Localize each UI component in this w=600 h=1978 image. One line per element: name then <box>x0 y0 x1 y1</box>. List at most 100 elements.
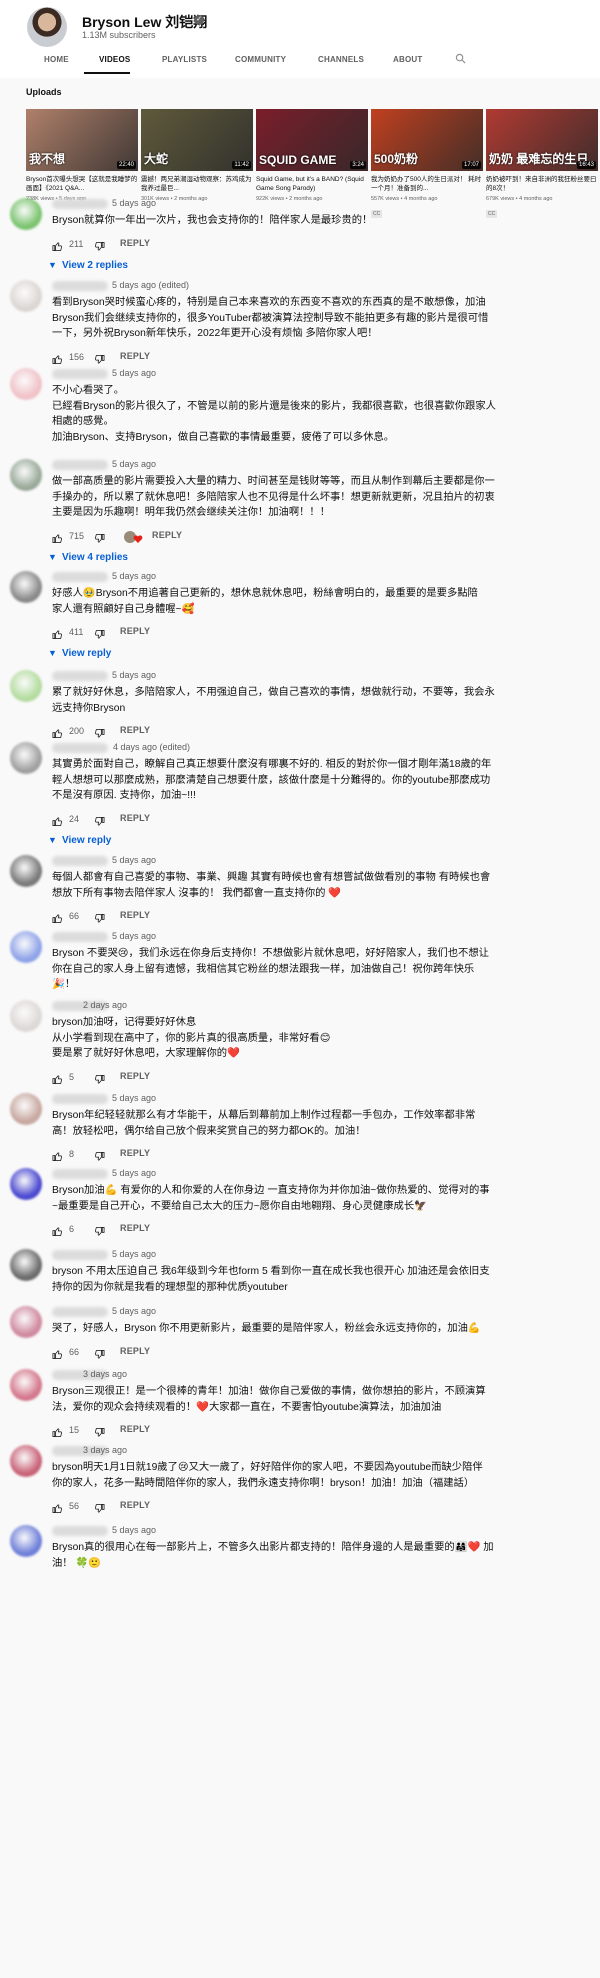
thumbs-up-icon[interactable] <box>52 1425 63 1437</box>
thumbs-down-icon[interactable] <box>94 1224 105 1236</box>
reply-button[interactable]: REPLY <box>120 1148 150 1158</box>
video-title[interactable]: 震撼！两兄弟潮湿动物观察：苏鸡成为我养过最巨... <box>141 175 253 193</box>
comment-avatar[interactable] <box>10 931 42 963</box>
comment-timestamp[interactable]: 5 days ago (edited) <box>112 280 189 290</box>
thumbs-up-icon[interactable] <box>52 627 63 639</box>
comment-avatar[interactable] <box>10 670 42 702</box>
comment-author-redacted[interactable] <box>52 671 108 681</box>
comment-timestamp[interactable]: 5 days ago <box>112 1306 156 1316</box>
reply-button[interactable]: REPLY <box>152 530 182 540</box>
comment-timestamp[interactable]: 5 days ago <box>112 1093 156 1103</box>
comment-timestamp[interactable]: 5 days ago <box>112 368 156 378</box>
comment-avatar[interactable] <box>10 1525 42 1557</box>
reply-button[interactable]: REPLY <box>120 626 150 636</box>
comment-author-redacted[interactable] <box>52 856 108 866</box>
comment-avatar[interactable] <box>10 1093 42 1125</box>
video-thumbnail[interactable]: 奶奶 最难忘的生日 16:43 <box>486 109 598 171</box>
comment-timestamp[interactable]: 5 days ago <box>112 459 156 469</box>
thumbs-down-icon[interactable] <box>94 814 105 825</box>
video-title[interactable]: 我为奶奶办了500人的生日派对！ 耗时一个月！准备到的... <box>371 175 483 193</box>
video-card[interactable]: 奶奶 最难忘的生日 16:43 奶奶被吓到！来自非洲的我狂粉丝要曰的8次！ 679K … <box>486 109 598 220</box>
thumbs-down-icon[interactable] <box>94 1149 105 1161</box>
reply-button[interactable]: REPLY <box>120 910 150 920</box>
comment-avatar[interactable] <box>10 459 42 491</box>
comment-timestamp[interactable]: 5 days ago <box>112 1249 156 1259</box>
comment-timestamp[interactable]: 5 days ago <box>112 855 156 865</box>
channel-name[interactable]: Bryson Lew 刘铠翔 <box>82 12 207 32</box>
video-card[interactable]: 我不想 22:40 Bryson首次曝头想哭【这就是我睡梦的画面】《2021 Q&A… <box>26 109 138 202</box>
thumbs-up-icon[interactable] <box>52 352 63 364</box>
comment-avatar[interactable] <box>10 198 42 230</box>
view-replies-link[interactable]: ▼ View 4 replies <box>48 552 128 563</box>
thumbs-down-icon[interactable] <box>94 1347 105 1358</box>
tab-channels[interactable]: CHANNELS <box>318 55 364 64</box>
comment-author-redacted[interactable] <box>52 369 108 379</box>
comment-author-redacted[interactable] <box>52 1169 108 1179</box>
channel-avatar[interactable] <box>27 7 67 47</box>
reply-button[interactable]: REPLY <box>120 1071 150 1081</box>
video-title[interactable]: Squid Game, but it's a BAND? (Squid Game… <box>256 175 368 193</box>
reply-button[interactable]: REPLY <box>120 725 150 735</box>
uploads-title[interactable]: Uploads <box>26 87 62 97</box>
video-title[interactable]: Bryson首次曝头想哭【这就是我睡梦的画面】《2021 Q&A... <box>26 175 138 193</box>
comment-timestamp[interactable]: 3 days ago <box>83 1445 127 1455</box>
comment-avatar[interactable] <box>10 1000 42 1032</box>
comment-timestamp[interactable]: 2 days ago <box>83 1000 127 1010</box>
thumbs-down-icon[interactable] <box>94 1425 105 1437</box>
comment-avatar[interactable] <box>10 1369 42 1401</box>
thumbs-up-icon[interactable] <box>52 1501 63 1513</box>
thumbs-up-icon[interactable] <box>52 1224 63 1236</box>
thumbs-down-icon[interactable] <box>94 1501 105 1513</box>
thumbs-up-icon[interactable] <box>52 1149 63 1161</box>
comment-author-redacted[interactable] <box>52 199 108 209</box>
thumbs-up-icon[interactable] <box>52 1072 63 1084</box>
comment-avatar[interactable] <box>10 742 42 774</box>
view-replies-link[interactable]: ▼ View reply <box>48 835 111 846</box>
comment-avatar[interactable] <box>10 280 42 312</box>
view-replies-link[interactable]: ▼ View 2 replies <box>48 260 128 271</box>
thumbs-down-icon[interactable] <box>94 531 105 542</box>
video-card[interactable]: SQUID GAME 3:24 Squid Game, but it's a BAN… <box>256 109 368 202</box>
video-title[interactable]: 奶奶被吓到！来自非洲的我狂粉丝要曰的8次！ <box>486 175 598 193</box>
comment-author-redacted[interactable] <box>52 572 108 582</box>
tab-home[interactable]: HOME <box>44 55 69 64</box>
thumbs-up-icon[interactable] <box>52 1347 63 1359</box>
video-thumbnail[interactable]: 大蛇 11:42 <box>141 109 253 171</box>
comment-author-redacted[interactable] <box>52 460 108 470</box>
reply-button[interactable]: REPLY <box>120 238 150 248</box>
comment-avatar[interactable] <box>10 1168 42 1200</box>
video-thumbnail[interactable]: 500奶粉 17:07 <box>371 109 483 171</box>
thumbs-up-icon[interactable] <box>52 911 63 923</box>
thumbs-down-icon[interactable] <box>94 627 105 639</box>
tab-about[interactable]: ABOUT <box>393 55 422 64</box>
thumbs-up-icon[interactable] <box>52 726 63 738</box>
comment-author-redacted[interactable] <box>52 1250 108 1260</box>
thumbs-down-icon[interactable] <box>94 911 105 923</box>
thumbs-down-icon[interactable] <box>94 1072 105 1083</box>
comment-timestamp[interactable]: 3 days ago <box>83 1369 127 1379</box>
comment-author-redacted[interactable] <box>52 743 108 753</box>
thumbs-up-icon[interactable] <box>52 531 63 543</box>
comment-timestamp[interactable]: 4 days ago (edited) <box>113 742 190 752</box>
comment-avatar[interactable] <box>10 855 42 887</box>
reply-button[interactable]: REPLY <box>120 1500 150 1510</box>
comment-author-redacted[interactable] <box>52 1526 108 1536</box>
reply-button[interactable]: REPLY <box>120 351 150 361</box>
view-replies-link[interactable]: ▼ View reply <box>48 648 111 659</box>
comment-avatar[interactable] <box>10 1445 42 1477</box>
video-thumbnail[interactable]: 我不想 22:40 <box>26 109 138 171</box>
comment-timestamp[interactable]: 5 days ago <box>112 571 156 581</box>
thumbs-down-icon[interactable] <box>94 726 105 738</box>
comment-avatar[interactable] <box>10 368 42 400</box>
tab-videos[interactable]: VIDEOS <box>99 55 130 64</box>
comment-timestamp[interactable]: 5 days ago <box>112 198 156 208</box>
comment-author-redacted[interactable] <box>52 932 108 942</box>
reply-button[interactable]: REPLY <box>120 1424 150 1434</box>
tab-playlists[interactable]: PLAYLISTS <box>162 55 207 64</box>
comment-timestamp[interactable]: 5 days ago <box>112 1168 156 1178</box>
comment-avatar[interactable] <box>10 1306 42 1338</box>
video-card[interactable]: 大蛇 11:42 震撼！两兄弟潮湿动物观察：苏鸡成为我养过最巨... 301K vie… <box>141 109 253 202</box>
thumbs-up-icon[interactable] <box>52 239 63 251</box>
thumbs-down-icon[interactable] <box>94 352 105 363</box>
thumbs-up-icon[interactable] <box>52 814 63 826</box>
